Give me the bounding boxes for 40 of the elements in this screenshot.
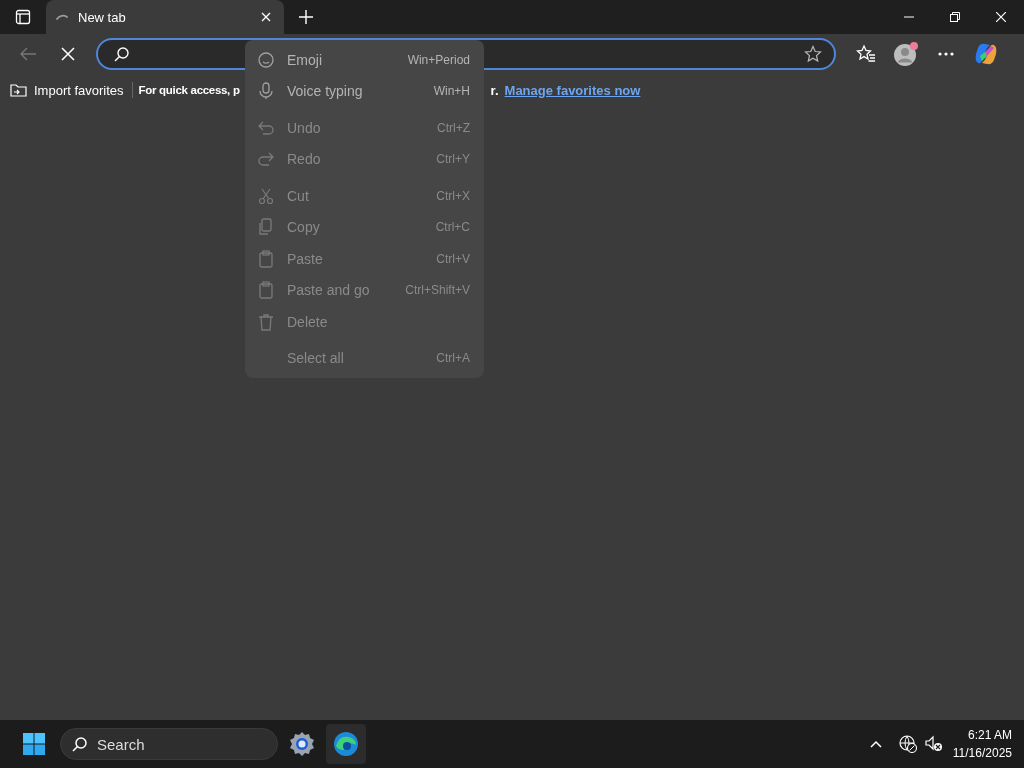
- folder-import-icon: [10, 82, 28, 98]
- more-icon: [938, 52, 954, 56]
- globe-no-network-icon: [898, 735, 917, 753]
- browser-tab[interactable]: New tab: [46, 0, 284, 34]
- speaker-muted-icon: [924, 735, 943, 753]
- edge-app-button[interactable]: [326, 724, 366, 764]
- menu-item[interactable]: Emoji Win+Period: [245, 44, 484, 76]
- clock-date: 11/16/2025: [952, 746, 1012, 760]
- swirl-logo-icon: [974, 42, 998, 66]
- close-icon: [996, 12, 1006, 22]
- favorites-hint-text: For quick access, p: [138, 84, 241, 96]
- search-icon: [114, 46, 130, 62]
- copy-icon: [257, 218, 275, 237]
- paste-icon: [257, 249, 275, 268]
- favorites-hint-text: r.: [490, 82, 499, 98]
- avatar-icon: [893, 41, 919, 67]
- menu-item[interactable]: Voice typing Win+H: [245, 75, 484, 108]
- gear-icon: [289, 731, 315, 757]
- chevron-up-icon: [869, 740, 882, 748]
- restore-icon: [950, 12, 960, 22]
- windows-logo-icon: [22, 732, 46, 756]
- plus-icon: [299, 10, 313, 24]
- scissors-icon: [257, 186, 275, 205]
- trash-icon: [257, 312, 275, 331]
- taskbar-search-field[interactable]: Search: [60, 728, 278, 760]
- close-icon: [61, 47, 75, 61]
- close-icon: [261, 12, 271, 22]
- star-list-icon: [856, 44, 876, 64]
- microphone-icon: [257, 82, 275, 101]
- smile-icon: [257, 50, 275, 69]
- tab-actions-icon: [15, 9, 31, 25]
- manage-favorites-link[interactable]: Manage favorites now: [504, 82, 641, 98]
- star-icon: [804, 45, 822, 63]
- redo-icon: [257, 150, 275, 169]
- paste-icon: [257, 281, 275, 300]
- search-icon: [72, 736, 88, 752]
- clock-time: 6:21 AM: [967, 728, 1012, 742]
- back-arrow-icon: [19, 45, 37, 63]
- swirl-logo-icon: [333, 731, 359, 757]
- import-favorites-button[interactable]: Import favorites: [10, 82, 128, 98]
